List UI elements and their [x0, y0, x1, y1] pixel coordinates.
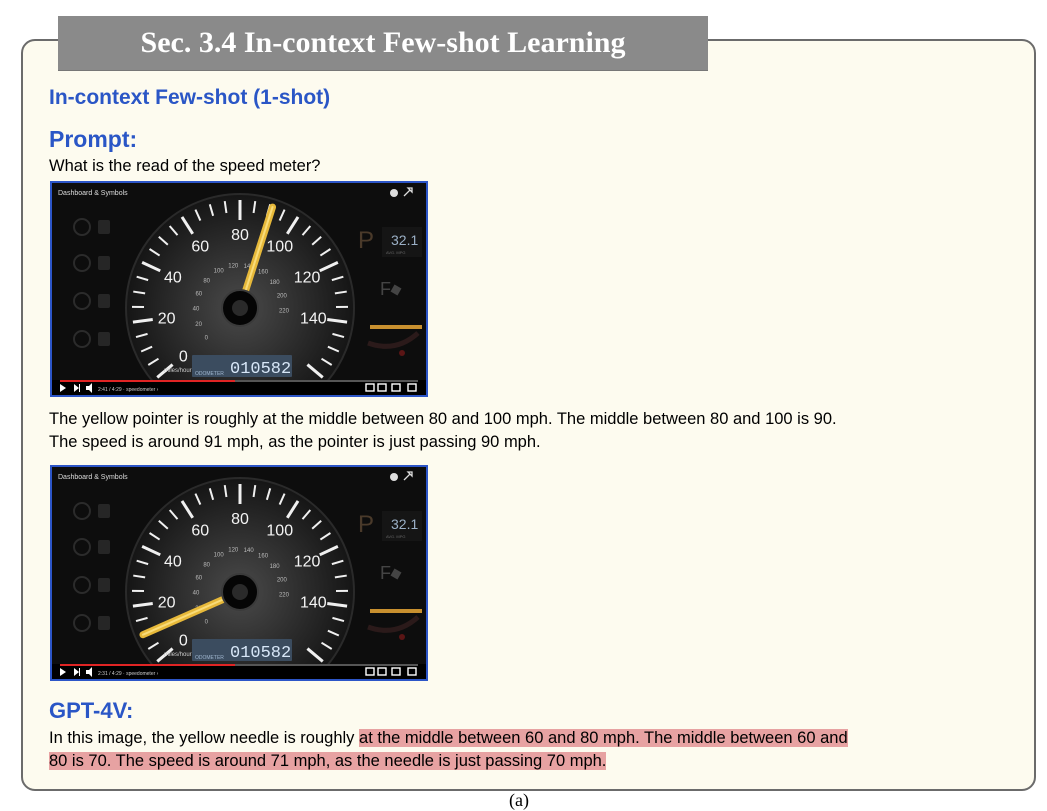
odometer-value: 010582 — [230, 360, 291, 379]
progress-remaining — [235, 664, 418, 666]
gauge-inner-label: 120 — [228, 264, 239, 270]
unit-label: miles/hour — [164, 368, 192, 374]
gauge-inner-label: 120 — [228, 548, 239, 554]
warning-icon — [98, 256, 110, 270]
subtitle: In-context Few-shot (1-shot) — [49, 86, 330, 110]
gauge-label: 100 — [266, 523, 293, 540]
fuel-gauge-bar — [370, 609, 422, 613]
mpg-value: 32.1 — [391, 232, 418, 248]
progress-remaining — [235, 380, 418, 382]
gauge-label: 100 — [266, 239, 293, 256]
warning-icon — [98, 616, 110, 630]
unit-label: miles/hour — [164, 652, 192, 658]
warning-icon — [98, 220, 110, 234]
warning-icon — [98, 540, 110, 554]
gauge-inner-label: 220 — [279, 593, 290, 599]
response-line-2: 80 is 70. The speed is around 71 mph, as… — [49, 750, 606, 772]
gauge-inner-label: 180 — [270, 280, 281, 286]
mpg-label: AVG. MPG — [386, 250, 405, 255]
warning-icon — [98, 578, 110, 592]
warning-icon — [98, 504, 110, 518]
gauge-label: 60 — [191, 239, 209, 256]
gauge-label: 20 — [158, 595, 176, 612]
gauge-label: 60 — [191, 523, 209, 540]
time-readout: 2:31 / 4:29 · speedometer › — [98, 671, 159, 677]
gauge-inner-label: 100 — [214, 269, 225, 275]
gauge-inner-label: 220 — [279, 309, 290, 315]
response-line-1: In this image, the yellow needle is roug… — [49, 727, 848, 749]
gauge-inner-label: 60 — [195, 292, 202, 298]
gauge-label: 140 — [300, 311, 327, 328]
mpg-label: AVG. MPG — [386, 534, 405, 539]
gauge-label: 80 — [231, 227, 249, 244]
gauge-inner-label: 80 — [203, 278, 210, 284]
gauge-inner-label: 20 — [195, 322, 202, 328]
gauge-label: 80 — [231, 511, 249, 528]
gauge-inner-label: 200 — [277, 293, 288, 299]
section-title: Sec. 3.4 In-context Few-shot Learning — [58, 16, 708, 70]
response-plain-text: In this image, the yellow needle is roug… — [49, 729, 359, 747]
fuel-gauge-bar — [370, 325, 422, 329]
question-text: What is the read of the speed meter? — [49, 155, 321, 177]
gauge-label: 0 — [179, 633, 188, 650]
gauge-inner-label: 160 — [258, 270, 269, 276]
gauge-inner-label: 40 — [193, 307, 200, 313]
gauge-label: 120 — [294, 554, 321, 571]
warning-dot — [399, 350, 405, 356]
gauge-label: 40 — [164, 554, 182, 571]
gauge-inner-label: 100 — [214, 553, 225, 559]
clock-icon — [390, 473, 398, 481]
example-answer-line-1: The yellow pointer is roughly at the mid… — [49, 408, 837, 430]
response-heading: GPT-4V: — [49, 698, 133, 724]
mpg-value: 32.1 — [391, 516, 418, 532]
clock-icon — [390, 189, 398, 197]
gauge-inner-label: 180 — [270, 564, 281, 570]
video-title: Dashboard & Symbols — [58, 474, 128, 481]
warning-icon — [98, 294, 110, 308]
gauge-label: 20 — [158, 311, 176, 328]
speedometer-image-query: Dashboard & Symbols020406080100120140020… — [50, 465, 428, 681]
speedometer-image-example: Dashboard & Symbols020406080100120140020… — [50, 181, 428, 397]
response-highlight-1: at the middle between 60 and 80 mph. The… — [359, 729, 848, 747]
gauge-inner-label: 40 — [193, 591, 200, 597]
gauge-inner-label: 80 — [203, 562, 210, 568]
gear-indicator: P — [358, 511, 374, 538]
response-highlight-2: 80 is 70. The speed is around 71 mph, as… — [49, 752, 606, 770]
gauge-inner-label: 60 — [195, 576, 202, 582]
time-readout: 2:41 / 4:29 · speedometer › — [98, 387, 159, 393]
progress-played — [60, 664, 235, 666]
progress-played — [60, 380, 235, 382]
needle-hub-center — [232, 300, 248, 316]
gauge-label: 120 — [294, 270, 321, 287]
example-answer-line-2: The speed is around 91 mph, as the point… — [49, 431, 541, 453]
odometer-label: ODOMETER — [195, 371, 224, 377]
warning-dot — [399, 634, 405, 640]
fuel-label: F — [380, 279, 391, 299]
gauge-inner-label: 140 — [244, 548, 255, 554]
gauge-label: 140 — [300, 595, 327, 612]
gauge-label: 40 — [164, 270, 182, 287]
needle-hub-center — [232, 584, 248, 600]
gauge-label: 0 — [179, 349, 188, 366]
fuel-label: F — [380, 563, 391, 583]
video-title: Dashboard & Symbols — [58, 190, 128, 197]
warning-icon — [98, 332, 110, 346]
gear-indicator: P — [358, 227, 374, 254]
gauge-inner-label: 160 — [258, 554, 269, 560]
gauge-inner-label: 200 — [277, 577, 288, 583]
prompt-heading: Prompt: — [49, 126, 137, 153]
odometer-value: 010582 — [230, 644, 291, 663]
odometer-label: ODOMETER — [195, 655, 224, 661]
